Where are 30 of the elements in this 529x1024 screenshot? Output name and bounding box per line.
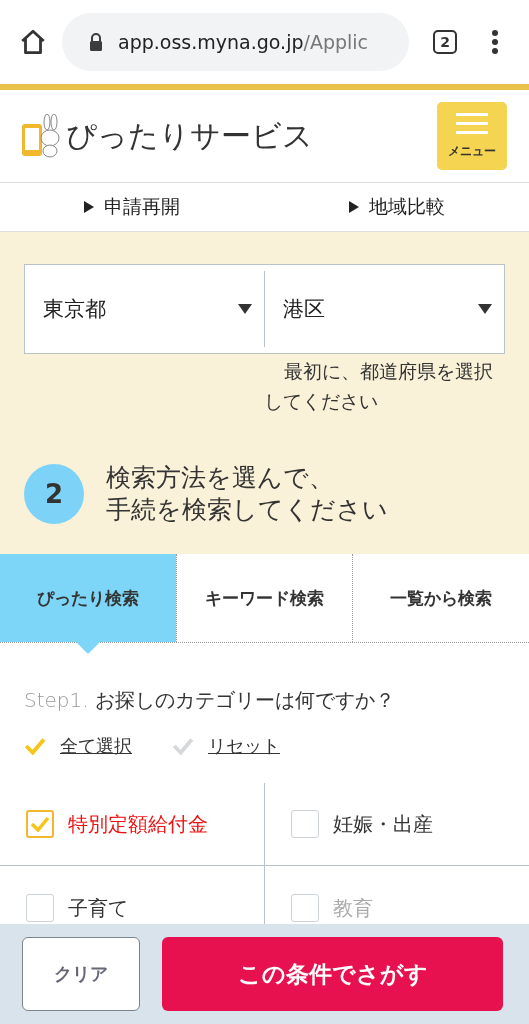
nav-link[interactable]: 申請再開 — [0, 183, 265, 231]
checkbox[interactable] — [290, 810, 319, 838]
step-heading: 検索方法を選んで、 — [106, 462, 334, 494]
checkbox[interactable] — [26, 894, 54, 922]
more-icon[interactable] — [491, 28, 499, 56]
lock-icon — [88, 32, 104, 52]
tab-count-button[interactable]: 2 — [433, 30, 457, 54]
checkbox[interactable] — [26, 810, 54, 838]
category-label: 妊娠・出産 — [332, 810, 433, 838]
mascot-logo-icon — [20, 114, 60, 158]
category-label: 子育て — [68, 895, 128, 922]
triangle-icon — [84, 201, 95, 213]
hint-text: 最初に、都道府県を選択してください — [264, 359, 494, 414]
step-number: 2 — [24, 464, 84, 524]
step-heading: 手続を検索してください — [106, 494, 388, 526]
action-link[interactable]: リセット — [208, 734, 280, 758]
menu-icon — [456, 112, 488, 135]
address-bar[interactable]: app.oss.myna.go.jp/Applic — [62, 13, 409, 71]
site-title[interactable]: ぴったりサービス — [66, 115, 313, 157]
url-text: app.oss.myna.go.jp/Applic — [118, 31, 368, 53]
category-label: 教育 — [332, 895, 373, 922]
triangle-icon — [348, 201, 359, 213]
menu-button[interactable]: メニュー — [437, 102, 507, 170]
nav-link[interactable]: 地域比較 — [264, 183, 529, 231]
search-button[interactable]: この条件でさがす — [162, 937, 503, 1011]
action-link[interactable]: 全て選択 — [60, 734, 132, 758]
category-label: 特別定額給付金 — [68, 810, 208, 838]
clear-button[interactable]: クリア — [22, 937, 140, 1011]
tab-pointer — [76, 642, 100, 654]
step-question: Step1. お探しのカテゴリーは何ですか？ — [24, 687, 396, 714]
